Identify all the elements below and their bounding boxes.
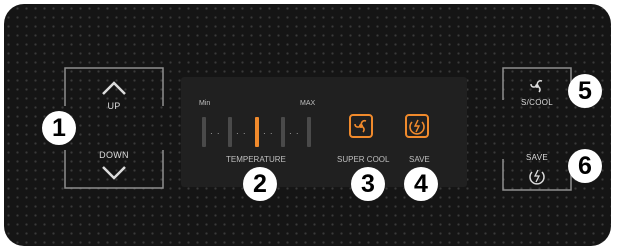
callout-3: 3 <box>351 167 385 201</box>
save-indicator-label: SAVE <box>409 155 430 164</box>
temp-segment-5 <box>307 117 311 147</box>
temp-segment-1 <box>202 117 206 147</box>
down-button[interactable]: DOWN <box>67 136 161 188</box>
temp-segment-4 <box>281 117 285 147</box>
super-cool-indicator[interactable] <box>349 114 373 138</box>
callout-6: 6 <box>568 149 602 183</box>
chevron-up-icon <box>102 81 126 95</box>
callout-2: 2 <box>243 167 277 201</box>
up-down-control: UP DOWN <box>63 66 165 190</box>
callout-4: 4 <box>404 167 438 201</box>
scool-button[interactable]: S/COOL <box>501 66 573 113</box>
temp-segment-3-active <box>255 117 259 147</box>
chevron-down-icon <box>102 166 126 180</box>
up-button[interactable]: UP <box>67 70 161 122</box>
max-label: MAX <box>300 100 316 107</box>
callout-5: 5 <box>568 74 602 108</box>
temp-dots: · · <box>263 129 274 138</box>
save-label: SAVE <box>526 153 548 162</box>
temp-dots: · · <box>210 129 221 138</box>
temp-dots: · · <box>289 129 300 138</box>
callout-1: 1 <box>42 111 76 145</box>
down-label: DOWN <box>99 150 129 160</box>
min-label: Min <box>199 100 211 107</box>
temp-dots: · · <box>236 129 247 138</box>
scool-label: S/COOL <box>520 98 554 107</box>
control-panel: UP DOWN Min MAX · · · · · · · · TEMPERAT… <box>4 4 611 246</box>
temperature-label: TEMPERATURE <box>226 155 286 164</box>
super-cool-label: SUPER COOL <box>337 155 390 164</box>
temp-segment-2 <box>228 117 232 147</box>
save-button[interactable]: SAVE <box>501 149 573 192</box>
eco-bolt-icon <box>409 119 425 135</box>
eco-bolt-icon <box>529 169 545 185</box>
fan-icon <box>530 80 543 93</box>
save-indicator[interactable] <box>405 114 429 138</box>
up-label: UP <box>107 101 121 111</box>
fan-icon <box>354 119 367 133</box>
